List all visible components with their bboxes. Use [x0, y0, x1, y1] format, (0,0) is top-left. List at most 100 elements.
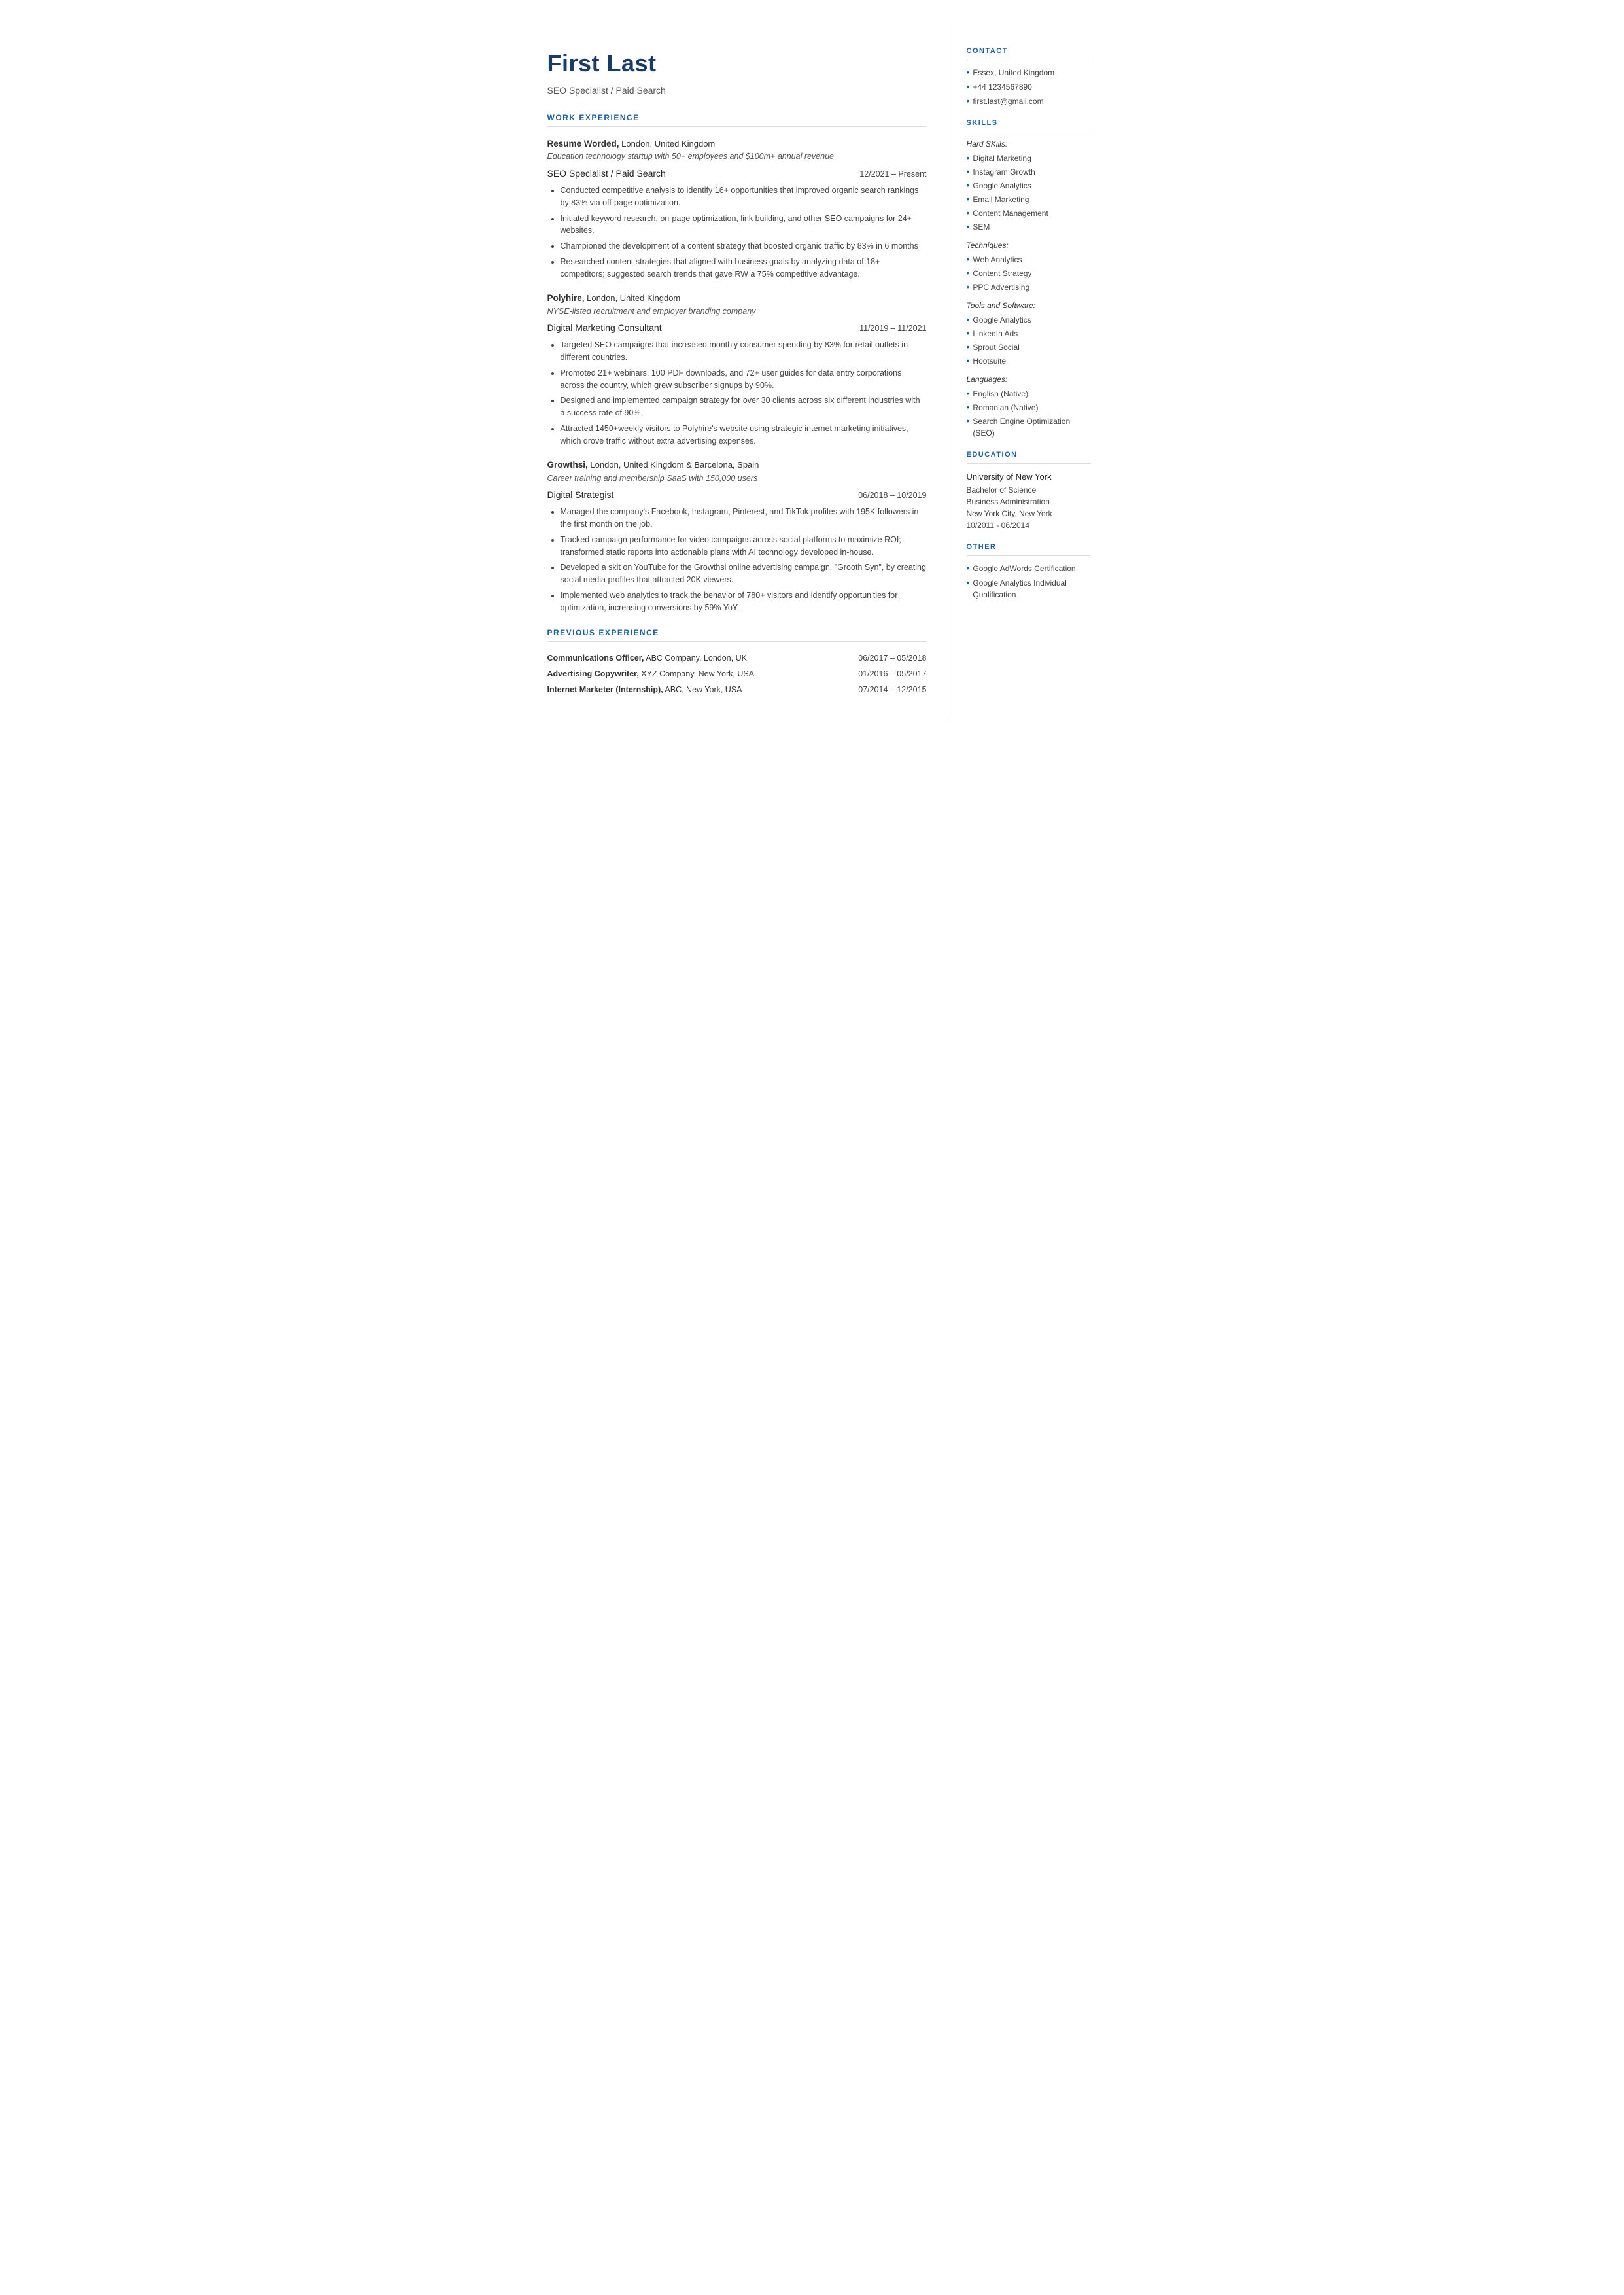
skill-instagram-growth: • Instagram Growth [967, 166, 1090, 178]
bullet-item: Championed the development of a content … [561, 240, 927, 253]
other-item-2: • Google Analytics Individual Qualificat… [967, 577, 1090, 601]
bullet-icon: • [967, 342, 970, 353]
bullet-icon: • [967, 152, 970, 164]
bullet-item: Targeted SEO campaigns that increased mo… [561, 339, 927, 364]
employer-block-2: Polyhire, London, United Kingdom NYSE-li… [547, 292, 927, 447]
bullet-icon: • [967, 67, 970, 79]
edu-degree: Bachelor of Science Business Administrat… [967, 484, 1090, 531]
employer-name-1: Resume Worded, London, United Kingdom [547, 137, 927, 150]
bullet-icon: • [967, 254, 970, 266]
tools-label: Tools and Software: [967, 300, 1090, 311]
bullet-icon: • [967, 577, 970, 601]
job-dates-2: 11/2019 – 11/2021 [859, 323, 926, 335]
contact-email: • first.last@gmail.com [967, 96, 1090, 107]
bullet-icon: • [967, 355, 970, 367]
bullet-item: Developed a skit on YouTube for the Grow… [561, 561, 927, 586]
bullet-icon: • [967, 96, 970, 107]
bullet-item: Managed the company's Facebook, Instagra… [561, 506, 927, 531]
skill-content-strategy: • Content Strategy [967, 268, 1090, 279]
prev-exp-row-1: Communications Officer, ABC Company, Lon… [547, 652, 927, 665]
prev-exp-dates-3: 07/2014 – 12/2015 [858, 684, 926, 696]
edu-school: University of New York [967, 470, 1090, 483]
job-title-1: SEO Specialist / Paid Search [547, 167, 666, 181]
other-heading: OTHER [967, 542, 1090, 556]
skill-hootsuite: • Hootsuite [967, 355, 1090, 367]
job-title-3: Digital Strategist [547, 488, 614, 502]
prev-exp-dates-2: 01/2016 – 05/2017 [858, 668, 926, 680]
skill-google-analytics-1: • Google Analytics [967, 180, 1090, 192]
contact-heading: CONTACT [967, 46, 1090, 60]
resume-page: First Last SEO Specialist / Paid Search … [518, 0, 1107, 745]
education-heading: EDUCATION [967, 449, 1090, 464]
employer-desc-1: Education technology startup with 50+ em… [547, 150, 927, 163]
main-column: First Last SEO Specialist / Paid Search … [518, 26, 950, 719]
bullet-item: Designed and implemented campaign strate… [561, 394, 927, 419]
bullet-icon: • [967, 221, 970, 233]
bullet-item: Researched content strategies that align… [561, 256, 927, 281]
bullet-icon: • [967, 563, 970, 574]
skill-web-analytics: • Web Analytics [967, 254, 1090, 266]
bullet-item: Conducted competitive analysis to identi… [561, 184, 927, 209]
bullet-item: Tracked campaign performance for video c… [561, 534, 927, 559]
skill-sprout-social: • Sprout Social [967, 342, 1090, 353]
prev-exp-role-3: Internet Marketer (Internship), ABC, New… [547, 684, 742, 696]
bullet-icon: • [967, 268, 970, 279]
other-item-1: • Google AdWords Certification [967, 563, 1090, 574]
skill-romanian: • Romanian (Native) [967, 402, 1090, 413]
bullet-icon: • [967, 314, 970, 326]
job-bullets-2: Targeted SEO campaigns that increased mo… [561, 339, 927, 447]
job-title-row-3: Digital Strategist 06/2018 – 10/2019 [547, 488, 927, 502]
bullet-icon: • [967, 328, 970, 340]
skill-ppc-advertising: • PPC Advertising [967, 281, 1090, 293]
bullet-item: Attracted 1450+weekly visitors to Polyhi… [561, 423, 927, 447]
skills-heading: SKILLS [967, 118, 1090, 132]
bullet-icon: • [967, 81, 970, 93]
bullet-icon: • [967, 402, 970, 413]
prev-exp-row-3: Internet Marketer (Internship), ABC, New… [547, 684, 927, 696]
skill-seo-language: • Search Engine Optimization (SEO) [967, 415, 1090, 439]
job-bullets-3: Managed the company's Facebook, Instagra… [561, 506, 927, 614]
employer-block-1: Resume Worded, London, United Kingdom Ed… [547, 137, 927, 280]
job-title-row-2: Digital Marketing Consultant 11/2019 – 1… [547, 321, 927, 335]
contact-phone: • +44 1234567890 [967, 81, 1090, 93]
job-title-2: Digital Marketing Consultant [547, 321, 662, 335]
bullet-item: Initiated keyword research, on-page opti… [561, 213, 927, 237]
skill-google-analytics-2: • Google Analytics [967, 314, 1090, 326]
bullet-icon: • [967, 194, 970, 205]
bullet-icon: • [967, 207, 970, 219]
prev-exp-row-2: Advertising Copywriter, XYZ Company, New… [547, 668, 927, 680]
candidate-name: First Last [547, 46, 927, 81]
bullet-icon: • [967, 180, 970, 192]
languages-label: Languages: [967, 374, 1090, 385]
skill-email-marketing: • Email Marketing [967, 194, 1090, 205]
techniques-label: Techniques: [967, 239, 1090, 251]
employer-name-2: Polyhire, London, United Kingdom [547, 292, 927, 305]
skill-digital-marketing: • Digital Marketing [967, 152, 1090, 164]
skill-linkedin-ads: • LinkedIn Ads [967, 328, 1090, 340]
bullet-item: Promoted 21+ webinars, 100 PDF downloads… [561, 367, 927, 392]
employer-block-3: Growthsi, London, United Kingdom & Barce… [547, 459, 927, 614]
prev-exp-role-1: Communications Officer, ABC Company, Lon… [547, 652, 747, 665]
skill-sem: • SEM [967, 221, 1090, 233]
bullet-icon: • [967, 415, 970, 439]
job-bullets-1: Conducted competitive analysis to identi… [561, 184, 927, 280]
work-experience-heading: WORK EXPERIENCE [547, 112, 927, 127]
bullet-item: Implemented web analytics to track the b… [561, 589, 927, 614]
job-dates-1: 12/2021 – Present [859, 168, 926, 181]
skill-english: • English (Native) [967, 388, 1090, 400]
job-title-row-1: SEO Specialist / Paid Search 12/2021 – P… [547, 167, 927, 181]
hard-skills-label: Hard SKills: [967, 138, 1090, 150]
previous-experience-heading: PREVIOUS EXPERIENCE [547, 627, 927, 642]
bullet-icon: • [967, 281, 970, 293]
bullet-icon: • [967, 166, 970, 178]
contact-location: • Essex, United Kingdom [967, 67, 1090, 79]
job-dates-3: 06/2018 – 10/2019 [858, 489, 926, 502]
employer-name-3: Growthsi, London, United Kingdom & Barce… [547, 459, 927, 472]
bullet-icon: • [967, 388, 970, 400]
prev-exp-dates-1: 06/2017 – 05/2018 [858, 652, 926, 665]
sidebar: CONTACT • Essex, United Kingdom • +44 12… [950, 26, 1107, 719]
employer-desc-3: Career training and membership SaaS with… [547, 472, 927, 485]
candidate-title: SEO Specialist / Paid Search [547, 84, 927, 97]
employer-desc-2: NYSE-listed recruitment and employer bra… [547, 306, 927, 318]
prev-exp-role-2: Advertising Copywriter, XYZ Company, New… [547, 668, 755, 680]
